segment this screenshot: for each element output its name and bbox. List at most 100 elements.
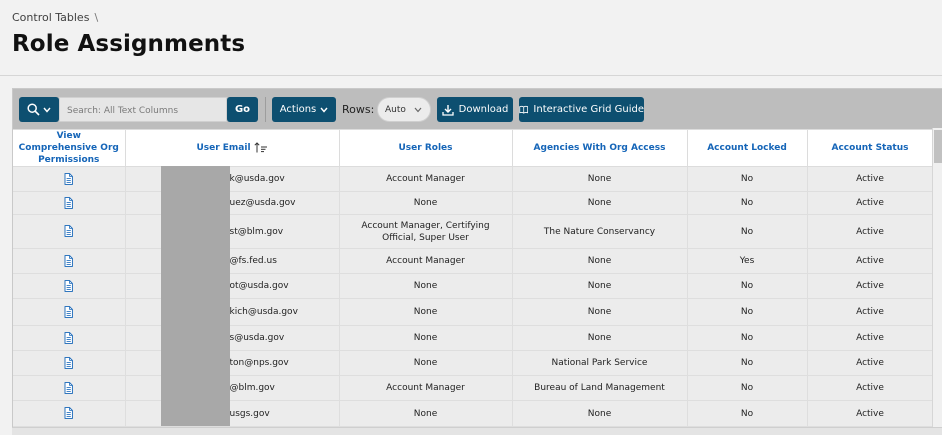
account-locked-cell[interactable]: No [686, 400, 808, 427]
account-locked-cell[interactable]: No [686, 298, 808, 326]
breadcrumb-control-tables[interactable]: Control Tables [12, 11, 89, 24]
interactive-grid-guide-button[interactable]: Interactive Grid Guide [519, 97, 644, 122]
user-roles-cell[interactable]: Account Manager [338, 375, 513, 401]
user-email-cell[interactable]: s@usda.gov [124, 325, 340, 351]
user-roles-cell[interactable]: Account Manager [338, 166, 513, 192]
agencies-cell[interactable]: Bureau of Land Management [511, 375, 688, 401]
table-row[interactable]: uez@usda.gov None None No Active [13, 191, 934, 215]
account-locked-cell[interactable]: No [686, 325, 808, 351]
page-title: Role Assignments [12, 31, 246, 57]
account-locked-cell[interactable]: No [686, 214, 808, 249]
redaction-block [161, 166, 230, 426]
account-status-cell[interactable]: Active [806, 298, 934, 326]
user-email-cell[interactable]: ot@usda.gov [124, 273, 340, 299]
account-status-cell[interactable]: Active [806, 273, 934, 299]
column-header-account-status[interactable]: Account Status [806, 129, 934, 167]
agencies-cell[interactable]: None [511, 298, 688, 326]
view-org-permissions-cell[interactable] [13, 400, 126, 427]
user-roles-cell[interactable]: Account Manager, Certifying Official, Su… [338, 214, 513, 249]
view-org-permissions-cell[interactable] [13, 191, 126, 215]
column-header-account-locked[interactable]: Account Locked [686, 129, 808, 167]
column-header-label: Account Status [831, 143, 909, 153]
agencies-cell[interactable]: None [511, 273, 688, 299]
user-roles-cell[interactable]: None [338, 400, 513, 427]
user-roles-cell[interactable]: None [338, 325, 513, 351]
table-row[interactable]: kich@usda.gov None None No Active [13, 298, 934, 326]
account-locked-cell[interactable]: No [686, 350, 808, 376]
user-roles-cell[interactable]: None [338, 298, 513, 326]
user-email-cell[interactable]: usgs.gov [124, 400, 340, 427]
document-icon [64, 225, 74, 238]
agencies-cell[interactable]: None [511, 191, 688, 215]
book-icon [519, 105, 529, 114]
table-row[interactable]: ot@usda.gov None None No Active [13, 273, 934, 299]
view-org-permissions-cell[interactable] [13, 273, 126, 299]
user-email-cell[interactable]: kich@usda.gov [124, 298, 340, 326]
view-org-permissions-cell[interactable] [13, 350, 126, 376]
user-roles-cell[interactable]: Account Manager [338, 248, 513, 274]
table-row[interactable]: usgs.gov None None No Active [13, 400, 934, 427]
view-org-permissions-cell[interactable] [13, 166, 126, 192]
user-roles-cell[interactable]: None [338, 191, 513, 215]
account-status-cell[interactable]: Active [806, 375, 934, 401]
column-header-user-email[interactable]: User Email [124, 129, 340, 167]
agencies-cell[interactable]: None [511, 325, 688, 351]
account-status-cell[interactable]: Active [806, 214, 934, 249]
account-status-cell[interactable]: Active [806, 350, 934, 376]
account-status-cell[interactable]: Active [806, 166, 934, 192]
search-input[interactable] [60, 99, 226, 123]
view-org-permissions-cell[interactable] [13, 214, 126, 249]
account-locked-cell[interactable]: No [686, 191, 808, 215]
page-header: Control Tables \ Role Assignments [0, 0, 942, 76]
rows-select[interactable]: Auto [377, 97, 431, 122]
actions-button[interactable]: Actions [272, 97, 336, 122]
user-email-cell[interactable]: k@usda.gov [124, 166, 340, 192]
actions-label: Actions [279, 104, 317, 115]
view-org-permissions-cell[interactable] [13, 325, 126, 351]
account-status-cell[interactable]: Active [806, 400, 934, 427]
account-locked-cell[interactable]: No [686, 166, 808, 192]
agencies-cell[interactable]: None [511, 166, 688, 192]
agencies-cell[interactable]: None [511, 400, 688, 427]
vertical-scrollbar[interactable] [932, 128, 942, 428]
download-button[interactable]: Download [437, 97, 513, 122]
role-assignments-grid: View Comprehensive Org Permissions User … [13, 129, 942, 435]
user-email-cell[interactable]: @fs.fed.us [124, 248, 340, 274]
account-status-cell[interactable]: Active [806, 191, 934, 215]
view-org-permissions-cell[interactable] [13, 248, 126, 274]
scrollbar-thumb[interactable] [934, 130, 942, 163]
user-email-cell[interactable]: uez@usda.gov [124, 191, 340, 215]
column-header-view-org-permissions[interactable]: View Comprehensive Org Permissions [13, 129, 126, 167]
document-icon [64, 254, 74, 267]
table-row[interactable]: k@usda.gov Account Manager None No Active [13, 166, 934, 192]
agencies-cell[interactable]: None [511, 248, 688, 274]
table-row[interactable]: st@blm.gov Account Manager, Certifying Of… [13, 214, 934, 249]
user-email: k@usda.gov [229, 174, 285, 184]
agencies-cell[interactable]: The Nature Conservancy [511, 214, 688, 249]
user-email-cell[interactable]: ton@nps.gov [124, 350, 340, 376]
grid-toolbar: Go Actions Rows: Auto Download Interacti… [13, 89, 942, 129]
column-header-agencies[interactable]: Agencies With Org Access [511, 129, 688, 167]
column-header-user-roles[interactable]: User Roles [338, 129, 513, 167]
table-row[interactable]: s@usda.gov None None No Active [13, 325, 934, 351]
toolbar-divider [265, 97, 266, 122]
table-row[interactable]: @fs.fed.us Account Manager None Yes Active [13, 248, 934, 274]
view-org-permissions-cell[interactable] [13, 298, 126, 326]
table-row[interactable]: ton@nps.gov None National Park Service No Ac… [13, 350, 934, 376]
table-row[interactable]: @blm.gov Account Manager Bureau of Land Ma… [13, 375, 934, 401]
agencies-cell[interactable]: National Park Service [511, 350, 688, 376]
user-roles-cell[interactable]: None [338, 273, 513, 299]
account-status-cell[interactable]: Active [806, 248, 934, 274]
view-org-permissions-cell[interactable] [13, 375, 126, 401]
search-column-button[interactable] [19, 97, 59, 122]
download-icon [441, 104, 454, 116]
user-email-cell[interactable]: st@blm.gov [124, 214, 340, 249]
search-field[interactable] [59, 97, 227, 123]
account-locked-cell[interactable]: No [686, 273, 808, 299]
account-locked-cell[interactable]: Yes [686, 248, 808, 274]
go-button[interactable]: Go [227, 97, 258, 122]
user-roles-cell[interactable]: None [338, 350, 513, 376]
account-status-cell[interactable]: Active [806, 325, 934, 351]
account-locked-cell[interactable]: No [686, 375, 808, 401]
user-email-cell[interactable]: @blm.gov [124, 375, 340, 401]
